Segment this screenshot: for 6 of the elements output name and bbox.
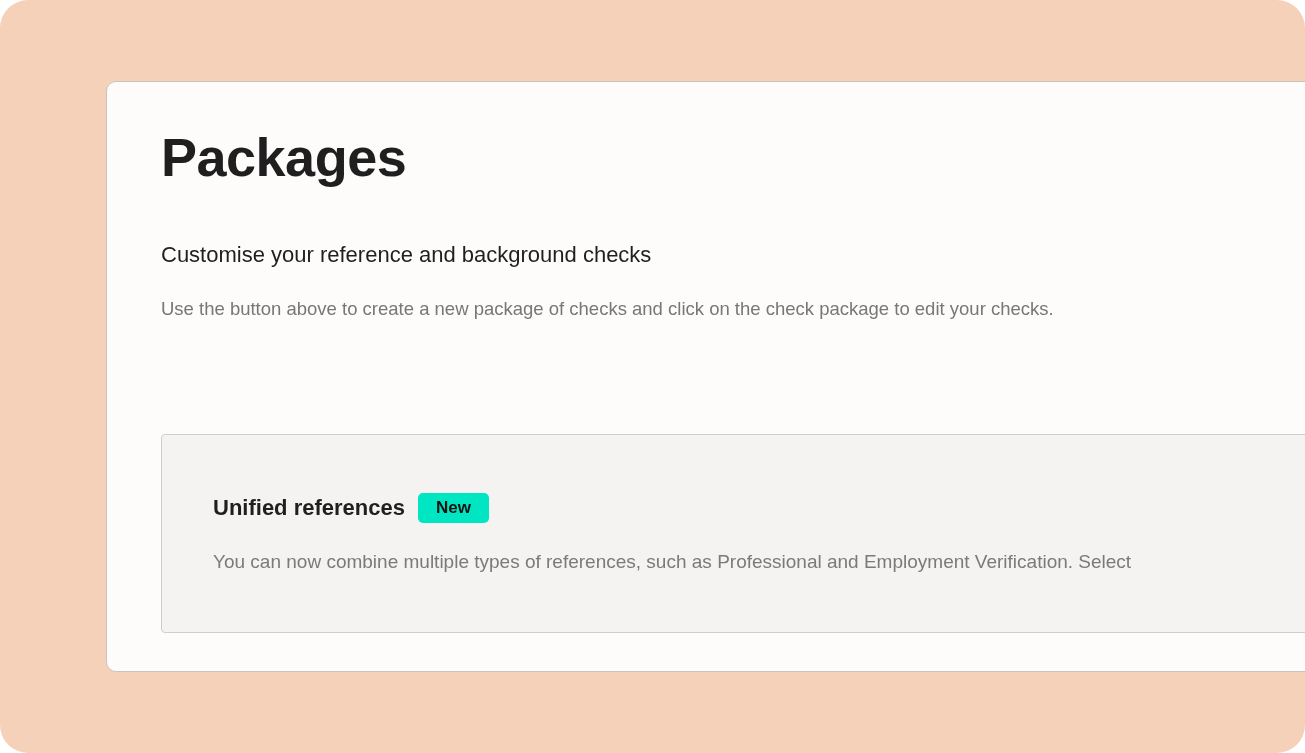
notice-title: Unified references (213, 495, 405, 521)
page-title: Packages (161, 126, 407, 189)
new-badge: New (417, 493, 489, 523)
notice-text: You can now combine multiple types of references, such as Professional and Employment Verification. Select (213, 551, 1132, 573)
page-subtitle: Customise your reference and background checks (161, 242, 652, 268)
page-description: Use the button above to create a new package of checks and click on the check package to edit your checks. (161, 298, 1054, 320)
